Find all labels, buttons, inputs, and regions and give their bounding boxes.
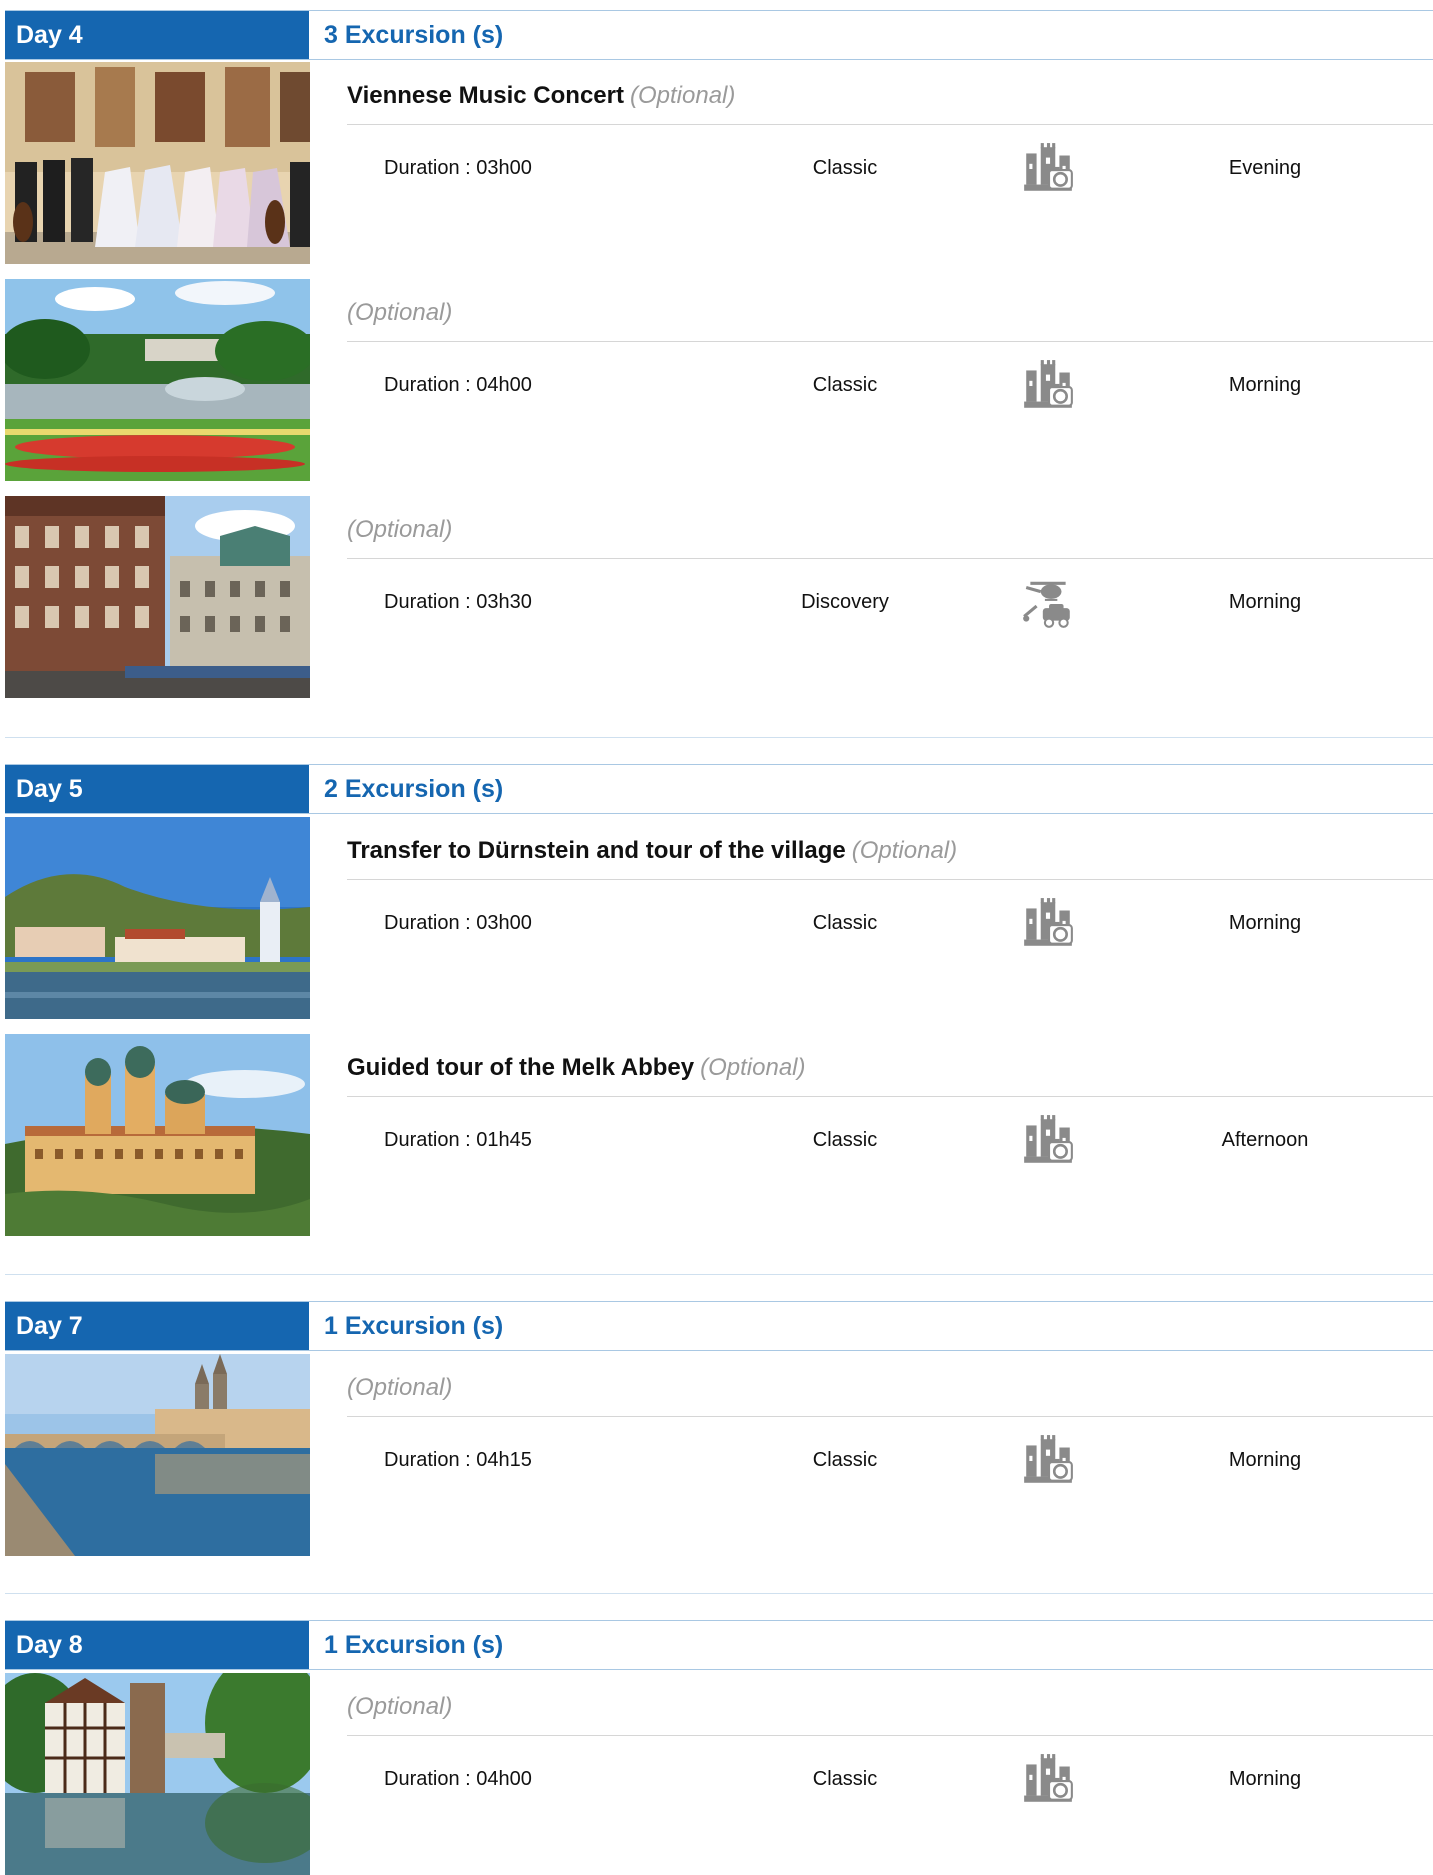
day-header: Day 5 2 Excursion (s) — [5, 764, 1433, 814]
castle-camera-icon — [1020, 1113, 1076, 1168]
divider — [347, 558, 1433, 559]
excursion-row[interactable]: (Optional) Duration : 04h15 Classic Morn… — [0, 1354, 1433, 1556]
excursion-type: Classic — [812, 912, 878, 934]
excursion-title[interactable]: Viennese Music Concert (Optional) — [347, 82, 735, 110]
excursion-title[interactable]: (Optional) — [347, 299, 452, 327]
excursion-type: Classic — [812, 1449, 878, 1471]
excursion-type: Classic — [812, 374, 878, 396]
excursion-title[interactable]: Transfer to Dürnstein and tour of the vi… — [347, 837, 957, 865]
excursion-row[interactable]: (Optional) Duration : 04h00 Classic Morn… — [0, 279, 1433, 481]
castle-camera-icon — [1020, 1433, 1076, 1488]
day-separator — [5, 737, 1433, 738]
divider — [347, 124, 1433, 125]
excursion-name[interactable]: Guided tour of the Melk Abbey — [347, 1054, 694, 1081]
time-of-day: Evening — [1228, 157, 1302, 179]
optional-label: (Optional) — [347, 299, 453, 326]
divider — [347, 341, 1433, 342]
day-header: Day 7 1 Excursion (s) — [5, 1301, 1433, 1351]
time-of-day: Morning — [1228, 374, 1302, 396]
excursion-type: Classic — [812, 1768, 878, 1790]
city-street-photo[interactable] — [5, 496, 310, 698]
time-of-day: Morning — [1228, 1768, 1302, 1790]
riverside-village-photo[interactable] — [5, 817, 310, 1019]
concert-hall-photo[interactable] — [5, 62, 310, 264]
duration: Duration : 03h00 — [384, 157, 532, 179]
time-of-day: Morning — [1228, 591, 1302, 613]
castle-camera-icon — [1020, 358, 1076, 413]
palace-garden-photo[interactable] — [5, 279, 310, 481]
day-separator — [5, 1593, 1433, 1594]
optional-label: (Optional) — [347, 516, 453, 543]
day-label: Day 5 — [5, 765, 309, 813]
day-header: Day 8 1 Excursion (s) — [5, 1620, 1433, 1670]
castle-camera-icon — [1020, 1752, 1076, 1807]
divider — [347, 1735, 1433, 1736]
excursion-row[interactable]: (Optional) Duration : 04h00 Classic Morn… — [0, 1673, 1433, 1875]
abbey-photo[interactable] — [5, 1034, 310, 1236]
day-label: Day 4 — [5, 11, 309, 59]
excursion-name[interactable]: Transfer to Dürnstein and tour of the vi… — [347, 837, 846, 864]
divider — [347, 879, 1433, 880]
optional-label: (Optional) — [851, 837, 958, 864]
duration: Duration : 01h45 — [384, 1129, 532, 1151]
castle-camera-icon — [1020, 141, 1076, 196]
duration: Duration : 04h15 — [384, 1449, 532, 1471]
stone-bridge-photo[interactable] — [5, 1354, 310, 1556]
excursion-type: Discovery — [801, 591, 889, 613]
excursion-row[interactable]: Transfer to Dürnstein and tour of the vi… — [0, 817, 1433, 1019]
excursion-name[interactable]: Viennese Music Concert — [347, 82, 624, 109]
excursion-type: Classic — [812, 157, 878, 179]
duration: Duration : 04h00 — [384, 1768, 532, 1790]
time-of-day: Morning — [1228, 912, 1302, 934]
optional-label: (Optional) — [629, 82, 736, 109]
optional-label: (Optional) — [700, 1054, 806, 1081]
excursion-count: 3 Excursion (s) — [324, 21, 504, 49]
excursion-title[interactable]: Guided tour of the Melk Abbey (Optional) — [347, 1054, 806, 1082]
time-of-day: Afternoon — [1221, 1129, 1309, 1151]
day-separator — [5, 1274, 1433, 1275]
castle-camera-icon — [1020, 896, 1076, 951]
day-label: Day 8 — [5, 1621, 309, 1669]
day-label: Day 7 — [5, 1302, 309, 1350]
divider — [347, 1416, 1433, 1417]
excursion-row[interactable]: Guided tour of the Melk Abbey (Optional) … — [0, 1034, 1433, 1236]
helicopter-car-icon — [1020, 576, 1076, 630]
half-timbered-house-photo[interactable] — [5, 1673, 310, 1875]
divider — [347, 1096, 1433, 1097]
excursion-type: Classic — [812, 1129, 878, 1151]
optional-label: (Optional) — [347, 1693, 453, 1720]
excursion-title[interactable]: (Optional) — [347, 1374, 452, 1402]
excursion-count: 1 Excursion (s) — [324, 1312, 504, 1340]
duration: Duration : 03h00 — [384, 912, 532, 934]
duration: Duration : 04h00 — [384, 374, 532, 396]
time-of-day: Morning — [1228, 1449, 1302, 1471]
day-header: Day 4 3 Excursion (s) — [5, 10, 1433, 60]
excursion-count: 2 Excursion (s) — [324, 775, 504, 803]
excursion-title[interactable]: (Optional) — [347, 1693, 452, 1721]
excursion-count: 1 Excursion (s) — [324, 1631, 504, 1659]
duration: Duration : 03h30 — [384, 591, 532, 613]
optional-label: (Optional) — [347, 1374, 453, 1401]
excursion-row[interactable]: (Optional) Duration : 03h30 Discovery Mo… — [0, 496, 1433, 698]
excursion-title[interactable]: (Optional) — [347, 516, 452, 544]
excursion-row[interactable]: Viennese Music Concert (Optional) Duratio… — [0, 62, 1433, 264]
